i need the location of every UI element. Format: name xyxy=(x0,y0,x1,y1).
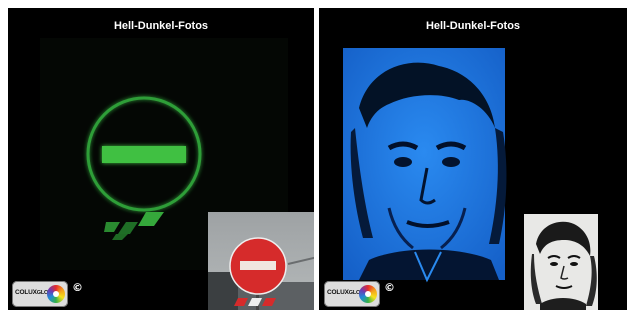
colux-glow-logo: COLUXGLOW xyxy=(324,281,380,307)
colux-glow-logo: COLUXGLOW xyxy=(12,281,68,307)
logo-brand-text: COLUX xyxy=(15,289,37,296)
color-swirl-icon xyxy=(359,285,377,303)
left-photo-panel: Hell-Dunkel-Fotos COLUXGLOW © xyxy=(8,8,314,310)
right-photo-panel: Hell-Dunkel-Fotos COLUXGLOW © xyxy=(319,8,627,310)
daylight-sign-inset-image xyxy=(208,212,314,310)
color-swirl-icon xyxy=(47,285,65,303)
logo-brand-text: COLUX xyxy=(327,289,349,296)
copyright-mark: © xyxy=(72,281,83,294)
copyright-mark: © xyxy=(384,281,395,294)
bw-portrait-inset-image xyxy=(524,214,598,310)
